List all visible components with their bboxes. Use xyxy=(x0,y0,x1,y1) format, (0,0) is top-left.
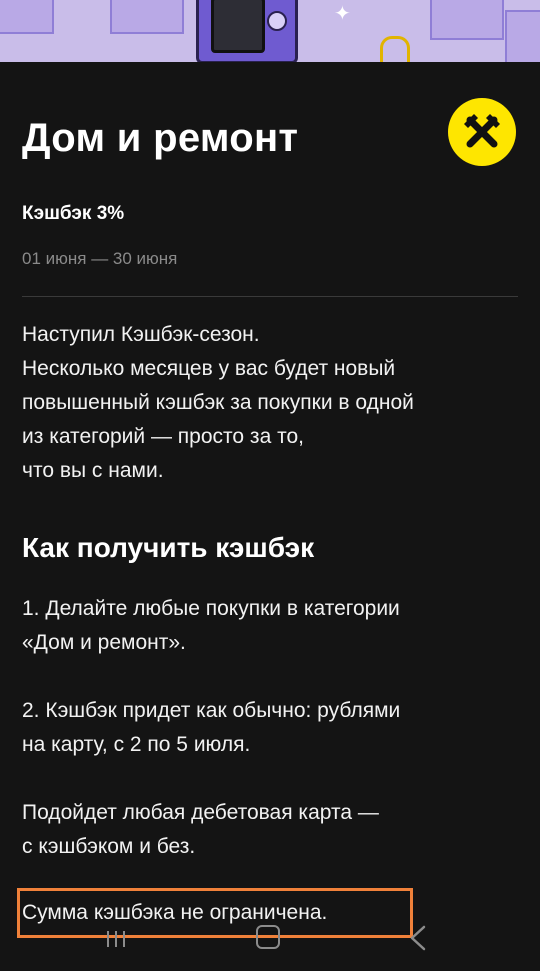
sparkle-icon: ✦ xyxy=(334,3,351,25)
promo-illustration: ✦ xyxy=(0,0,540,62)
device-knob xyxy=(267,11,287,31)
category-detail-card: Дом и ремонт Кэшбэк 3% 01 июня — 30 июня… xyxy=(0,62,540,971)
intro-line: Наступил Кэшбэк-сезон. xyxy=(22,323,260,346)
device-illustration xyxy=(196,0,298,62)
category-title: Дом и ремонт xyxy=(22,116,299,160)
step-1-line: 1. Делайте любые покупки в категории xyxy=(22,597,400,620)
device-screen xyxy=(211,0,265,53)
how-to-title: Как получить кэшбэк xyxy=(22,532,315,563)
decor-tile xyxy=(505,10,540,62)
offer-dates: 01 июня — 30 июня xyxy=(22,249,178,268)
system-nav-bar xyxy=(0,925,540,971)
divider xyxy=(22,296,518,297)
step-2-line: на карту, с 2 по 5 июля. xyxy=(22,733,251,756)
decor-tile xyxy=(0,0,54,34)
intro-line: повышенный кэшбэк за покупки в одной xyxy=(22,391,414,414)
decor-tile xyxy=(430,0,504,40)
recent-apps-icon[interactable] xyxy=(97,925,137,955)
intro-line: из категорий — просто за то, xyxy=(22,425,304,448)
home-icon[interactable] xyxy=(248,925,288,955)
step-2: 2. Кэшбэк придет как обычно: рублями на … xyxy=(22,694,518,762)
cashback-percent: Кэшбэк 3% xyxy=(22,203,125,224)
step-1: 1. Делайте любые покупки в категории «До… xyxy=(22,592,518,660)
card-note-line: с кэшбэком и без. xyxy=(22,835,196,858)
card-note: Подойдет любая дебетовая карта — с кэшбэ… xyxy=(22,796,518,864)
intro-paragraph: Наступил Кэшбэк-сезон. Несколько месяцев… xyxy=(22,318,518,488)
back-icon[interactable] xyxy=(404,925,444,955)
intro-line: Несколько месяцев у вас будет новый xyxy=(22,357,396,380)
decor-tile xyxy=(110,0,184,34)
intro-line: что вы с нами. xyxy=(22,459,164,482)
step-2-line: 2. Кэшбэк придет как обычно: рублями xyxy=(22,699,401,722)
step-1-line: «Дом и ремонт». xyxy=(22,631,186,654)
raiffeisen-logo-icon xyxy=(448,98,516,166)
cashback-limit-note: Сумма кэшбэка не ограничена. xyxy=(22,901,328,924)
card-note-line: Подойдет любая дебетовая карта — xyxy=(22,801,379,824)
hook-decor xyxy=(380,36,410,62)
